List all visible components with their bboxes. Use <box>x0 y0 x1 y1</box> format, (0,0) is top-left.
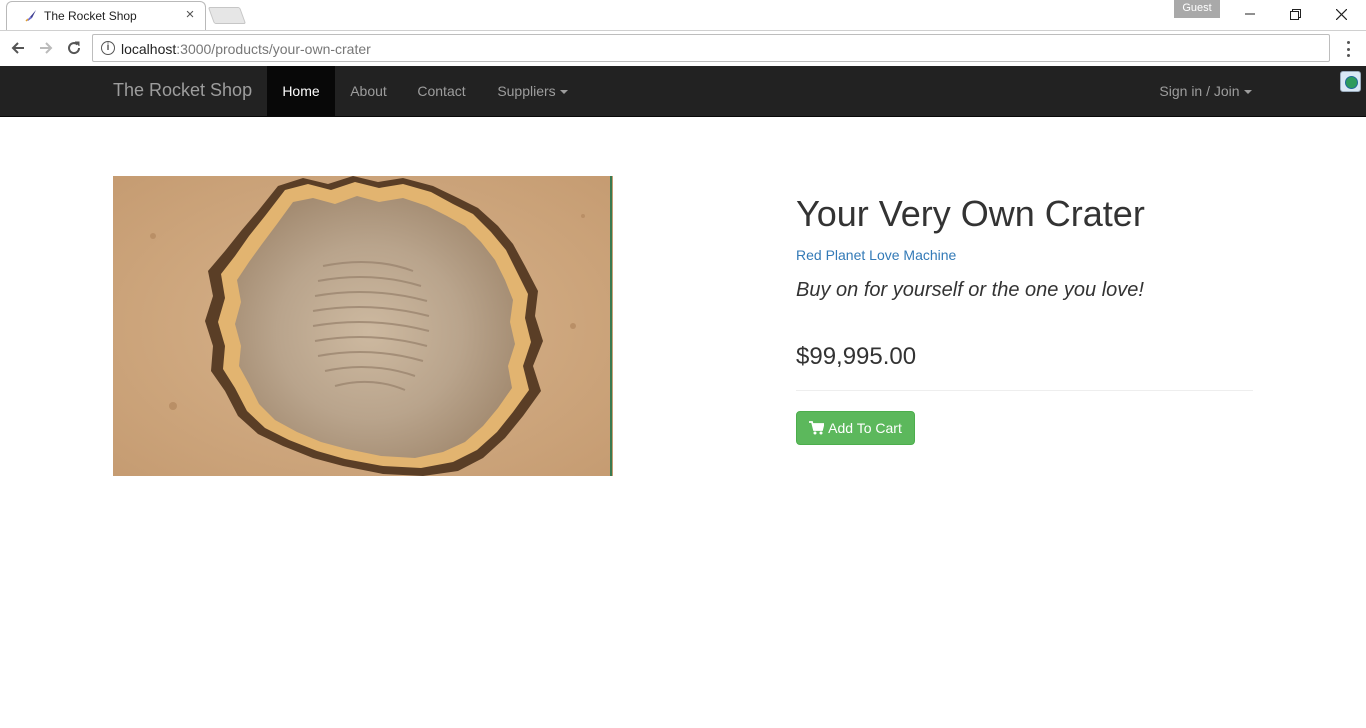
supplier-link[interactable]: Red Planet Love Machine <box>796 247 956 263</box>
site-navbar: The Rocket Shop Home About Contact Suppl… <box>0 66 1366 117</box>
browser-toolbar: i localhost:3000/products/your-own-crate… <box>0 30 1366 66</box>
brand-link[interactable]: The Rocket Shop <box>113 80 252 101</box>
info-icon[interactable]: i <box>101 41 115 55</box>
forward-button[interactable] <box>34 36 58 60</box>
nav-about[interactable]: About <box>335 66 402 116</box>
nav-contact[interactable]: Contact <box>402 66 481 116</box>
tab-close-icon[interactable]: × <box>183 6 197 24</box>
caret-down-icon <box>559 90 568 95</box>
profile-badge[interactable]: Guest <box>1174 0 1220 18</box>
back-button[interactable] <box>6 36 30 60</box>
cart-icon <box>809 421 825 435</box>
minimize-icon <box>1245 13 1255 15</box>
tab-title: The Rocket Shop <box>44 9 137 23</box>
signin-label: Sign in / Join <box>1159 83 1240 99</box>
nav-home[interactable]: Home <box>267 66 335 116</box>
product-tagline: Buy on for yourself or the one you love! <box>796 279 1144 301</box>
nav-suppliers-label: Suppliers <box>497 83 556 99</box>
url-text[interactable]: localhost:3000/products/your-own-crater <box>121 41 371 57</box>
rocket-icon <box>25 10 36 22</box>
nav-suppliers[interactable]: Suppliers <box>481 66 584 116</box>
reload-button[interactable] <box>62 36 86 60</box>
reload-icon <box>68 41 81 55</box>
extension-icon[interactable] <box>1340 71 1361 92</box>
caret-down-icon <box>1243 90 1252 95</box>
signin-dropdown[interactable]: Sign in / Join <box>1143 66 1268 116</box>
restore-icon <box>1289 8 1301 20</box>
product-title: Your Very Own Crater <box>796 193 1145 234</box>
add-to-cart-label: Add To Cart <box>828 420 902 436</box>
product-image <box>113 176 613 476</box>
close-icon <box>1335 8 1347 20</box>
address-bar[interactable]: i localhost:3000/products/your-own-crate… <box>92 34 1330 62</box>
divider <box>796 390 1253 391</box>
forward-icon <box>40 42 53 54</box>
back-icon <box>11 42 24 54</box>
browser-tab[interactable]: The Rocket Shop × <box>6 1 206 30</box>
restore-button[interactable] <box>1272 0 1318 28</box>
browser-titlebar: The Rocket Shop × Guest <box>0 0 1366 30</box>
new-tab-button[interactable] <box>207 7 247 24</box>
minimize-button[interactable] <box>1227 0 1273 28</box>
product-price: $99,995.00 <box>796 343 917 370</box>
add-to-cart-button[interactable]: Add To Cart <box>796 411 915 445</box>
close-window-button[interactable] <box>1318 0 1364 28</box>
menu-icon[interactable] <box>1340 39 1356 59</box>
